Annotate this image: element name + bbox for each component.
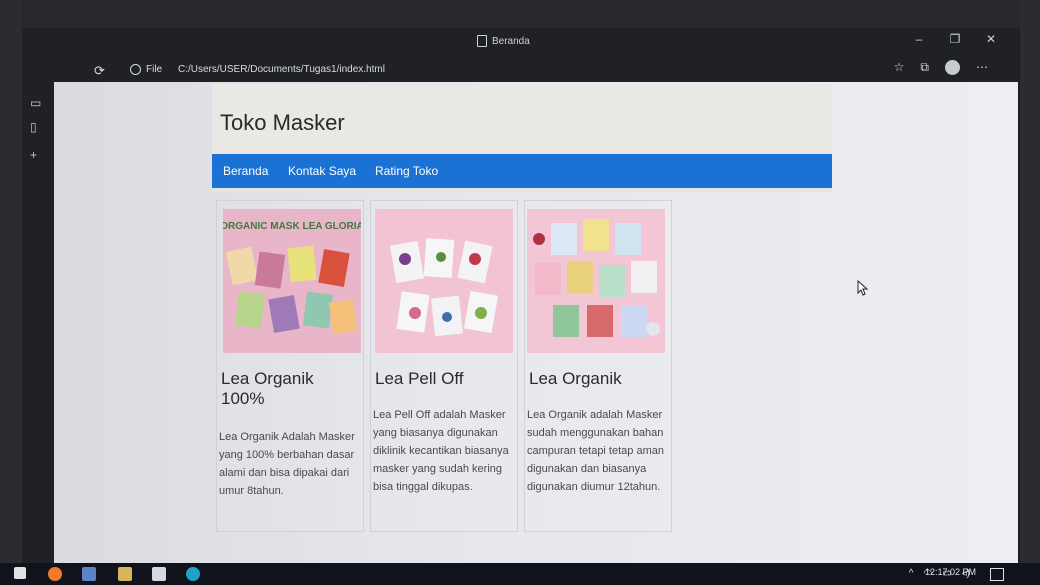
product-image: ORGANIC MASK LEA GLORIA [223, 209, 361, 353]
cursor-icon [857, 280, 869, 296]
collections-icon[interactable]: ⧉ [920, 60, 929, 75]
product-title: Lea Organik 100% [221, 369, 314, 408]
tab-actions-icon[interactable]: ▭ [30, 96, 41, 110]
minimize-button[interactable]: – [912, 32, 926, 46]
product-description: Lea Pell Off adalah Masker yang biasanya… [373, 409, 509, 493]
close-button[interactable]: ✕ [984, 32, 998, 46]
task-view-icon[interactable] [82, 567, 96, 581]
title-bar: Beranda – ❐ ✕ [22, 28, 1018, 54]
windows-start-icon[interactable] [14, 567, 26, 579]
product-description: Lea Organik Adalah Masker yang 100% berb… [219, 431, 355, 497]
page-viewport: Toko Masker Beranda Kontak Saya Rating T… [54, 82, 1018, 563]
taskbar: ^ ◠ ▭ ◃) 12:17:02 PM [0, 563, 1040, 585]
monitor-bezel-top [0, 0, 1040, 28]
url-input[interactable]: C:/Users/USER/Documents/Tugas1/index.htm… [178, 64, 385, 75]
clock[interactable]: 12:17:02 PM [925, 567, 976, 577]
tab-title: Beranda [492, 35, 530, 47]
site-info-button[interactable]: File [130, 64, 162, 75]
product-title: Lea Pell Off [375, 369, 464, 388]
browser-toolbar: ☆ ⧉ ⋯ [894, 60, 988, 75]
edge-icon[interactable] [186, 567, 200, 581]
file-explorer-icon[interactable] [118, 567, 132, 581]
product-title: Lea Organik [529, 369, 622, 388]
site-info-label: File [146, 64, 163, 75]
monitor-bezel-right [1020, 0, 1040, 585]
product-card: Lea Organik Lea Organik adalah Masker su… [524, 200, 672, 532]
product-card: ORGANIC MASK LEA GLORIA Lea Organik 100%… [216, 200, 364, 532]
navbar: Beranda Kontak Saya Rating Toko [212, 154, 832, 192]
info-icon [130, 64, 141, 75]
window-controls: – ❐ ✕ [912, 32, 998, 46]
product-card: Lea Pell Off Lea Pell Off adalah Masker … [370, 200, 518, 532]
product-image [375, 209, 513, 353]
monitor-bezel-left [0, 0, 22, 585]
restore-button[interactable]: ❐ [948, 32, 962, 46]
more-icon[interactable]: ⋯ [976, 60, 988, 75]
address-bar: ⟳ File C:/Users/USER/Documents/Tugas1/in… [22, 54, 1018, 84]
nav-link-rating-toko[interactable]: Rating Toko [375, 164, 438, 178]
nav-link-beranda[interactable]: Beranda [223, 164, 268, 178]
new-tab-icon[interactable]: + [30, 148, 37, 162]
product-description: Lea Organik adalah Masker sudah mengguna… [527, 409, 664, 493]
image-caption: ORGANIC MASK LEA GLORIA [223, 221, 361, 232]
notification-icon[interactable] [990, 568, 1004, 581]
site-title: Toko Masker [220, 110, 345, 135]
favorites-icon[interactable]: ☆ [894, 60, 905, 75]
refresh-icon[interactable]: ⟳ [94, 63, 105, 79]
nav-link-kontak-saya[interactable]: Kontak Saya [288, 164, 356, 178]
page-header: Toko Masker [212, 84, 832, 155]
vertical-tabs-sidebar: ▭ ▯ + [22, 84, 52, 564]
search-icon[interactable] [48, 567, 62, 581]
product-image [527, 209, 665, 353]
chevron-up-icon[interactable]: ^ [909, 568, 914, 579]
store-icon[interactable] [152, 567, 166, 581]
document-icon [477, 35, 487, 47]
window-title: Beranda [477, 35, 530, 47]
profile-icon[interactable] [945, 60, 960, 75]
sidebar-tab-icon[interactable]: ▯ [30, 120, 37, 134]
browser-window: Beranda – ❐ ✕ ⟳ File C:/Users/USER/Docum… [22, 28, 1018, 563]
